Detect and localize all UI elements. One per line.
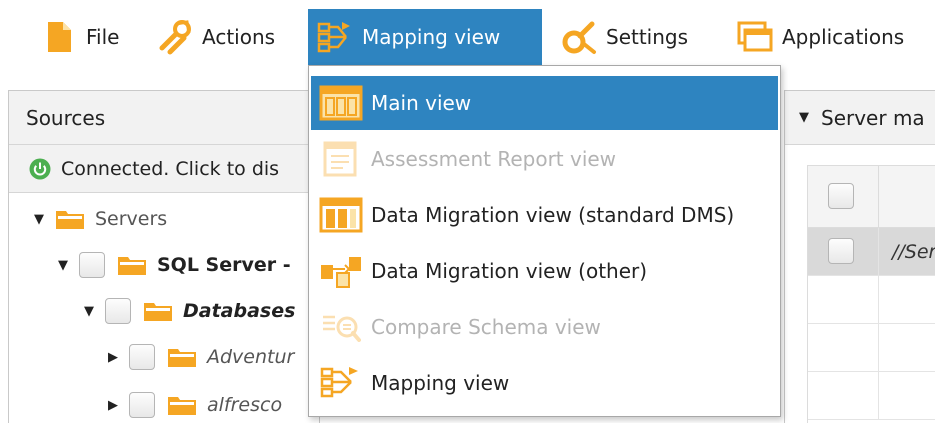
folder-icon bbox=[118, 257, 146, 275]
server-mapping-grid: //Ser bbox=[807, 165, 935, 423]
server-mapping-title: Server ma bbox=[821, 105, 925, 130]
tree-node-servers[interactable]: ▼ Servers bbox=[31, 197, 167, 241]
menu-applications[interactable]: Applications bbox=[728, 9, 914, 65]
menu-item-main-view[interactable]: Main view bbox=[311, 76, 778, 130]
power-icon bbox=[29, 158, 51, 179]
tree-node-label: Servers bbox=[95, 208, 168, 230]
menu-item-label: Mapping view bbox=[371, 371, 510, 395]
applications-icon bbox=[737, 21, 773, 52]
node-checkbox[interactable] bbox=[105, 298, 131, 324]
connection-status-text: Connected. Click to dis bbox=[61, 157, 280, 180]
folder-icon bbox=[168, 349, 196, 367]
collapse-triangle-icon[interactable]: ▼ bbox=[799, 110, 809, 125]
collapse-caret-icon[interactable]: ▶ bbox=[105, 350, 121, 365]
menu-item-label: Data Migration view (standard DMS) bbox=[371, 203, 735, 227]
tree-node-adventureworks[interactable]: ▶ Adventur bbox=[105, 335, 294, 379]
column-divider bbox=[878, 372, 879, 419]
tree-node-label: Adventur bbox=[207, 346, 295, 368]
menu-item-data-migration-standard[interactable]: Data Migration view (standard DMS) bbox=[311, 188, 778, 242]
menu-applications-label: Applications bbox=[782, 25, 905, 49]
folder-icon bbox=[56, 211, 84, 229]
collapse-caret-icon[interactable]: ▶ bbox=[105, 398, 121, 413]
menu-item-mapping-view[interactable]: Mapping view bbox=[311, 356, 778, 410]
mapping-view-dropdown: Main view Assessment Report view Data Mi… bbox=[308, 65, 781, 417]
tree-node-databases[interactable]: ▼ Databases bbox=[81, 289, 295, 333]
column-divider bbox=[878, 166, 879, 227]
menu-file-label: File bbox=[86, 25, 120, 49]
mapping-view-icon bbox=[320, 367, 358, 398]
menu-item-label: Data Migration view (other) bbox=[371, 259, 648, 283]
grid-header-row bbox=[808, 166, 935, 228]
file-icon bbox=[48, 22, 71, 52]
data-migration-other-icon bbox=[321, 257, 361, 288]
menu-bar: File Actions Mapping view Settings Appli… bbox=[0, 0, 935, 72]
expand-caret-icon[interactable]: ▼ bbox=[31, 212, 47, 227]
table-row bbox=[808, 372, 935, 420]
menu-mapping-view-label: Mapping view bbox=[362, 25, 501, 49]
compare-schema-icon bbox=[323, 315, 361, 342]
expand-caret-icon[interactable]: ▼ bbox=[55, 258, 71, 273]
sources-panel: Sources Connected. Click to dis ▼ Server… bbox=[8, 90, 320, 423]
menu-actions-label: Actions bbox=[202, 25, 276, 49]
menu-item-label: Compare Schema view bbox=[371, 315, 601, 339]
mapping-view-icon bbox=[317, 22, 350, 53]
column-divider bbox=[878, 276, 879, 323]
actions-icon bbox=[159, 20, 191, 55]
menu-item-assessment-report-view[interactable]: Assessment Report view bbox=[311, 132, 778, 186]
column-divider bbox=[878, 228, 879, 275]
menu-item-label: Main view bbox=[371, 91, 472, 115]
tree-node-label: alfresco bbox=[207, 394, 283, 416]
tree-node-label: Databases bbox=[183, 300, 296, 322]
menu-file[interactable]: File bbox=[32, 9, 129, 65]
menu-settings-label: Settings bbox=[606, 25, 689, 49]
folder-icon bbox=[168, 397, 196, 415]
node-checkbox[interactable] bbox=[129, 392, 155, 418]
main-view-icon bbox=[319, 85, 363, 121]
table-cell: //Ser bbox=[892, 240, 935, 263]
table-row bbox=[808, 324, 935, 372]
sources-title: Sources bbox=[26, 105, 106, 130]
menu-item-label: Assessment Report view bbox=[371, 147, 617, 171]
settings-icon bbox=[562, 21, 596, 54]
node-checkbox[interactable] bbox=[79, 252, 105, 278]
server-mapping-header[interactable]: ▼ Server ma bbox=[785, 91, 935, 145]
server-mapping-panel: ▼ Server ma //Ser bbox=[784, 90, 935, 423]
column-divider bbox=[878, 324, 879, 371]
menu-actions[interactable]: Actions bbox=[148, 9, 285, 65]
table-row bbox=[808, 276, 935, 324]
assessment-report-icon bbox=[323, 141, 357, 177]
row-checkbox[interactable] bbox=[828, 238, 854, 264]
menu-settings[interactable]: Settings bbox=[552, 9, 698, 65]
sources-header: Sources bbox=[9, 91, 319, 145]
expand-caret-icon[interactable]: ▼ bbox=[81, 304, 97, 319]
tree-node-alfresco[interactable]: ▶ alfresco bbox=[105, 383, 282, 423]
data-migration-standard-icon bbox=[319, 197, 363, 233]
connection-status[interactable]: Connected. Click to dis bbox=[9, 145, 319, 193]
menu-mapping-view[interactable]: Mapping view bbox=[308, 9, 542, 65]
tree-node-label: SQL Server - bbox=[157, 254, 291, 276]
menu-item-data-migration-other[interactable]: Data Migration view (other) bbox=[311, 244, 778, 298]
table-row[interactable]: //Ser bbox=[808, 228, 935, 276]
node-checkbox[interactable] bbox=[129, 344, 155, 370]
menu-item-compare-schema-view[interactable]: Compare Schema view bbox=[311, 300, 778, 354]
select-all-checkbox[interactable] bbox=[828, 183, 854, 209]
folder-icon bbox=[144, 303, 172, 321]
tree-node-sql-server[interactable]: ▼ SQL Server - bbox=[55, 243, 291, 287]
